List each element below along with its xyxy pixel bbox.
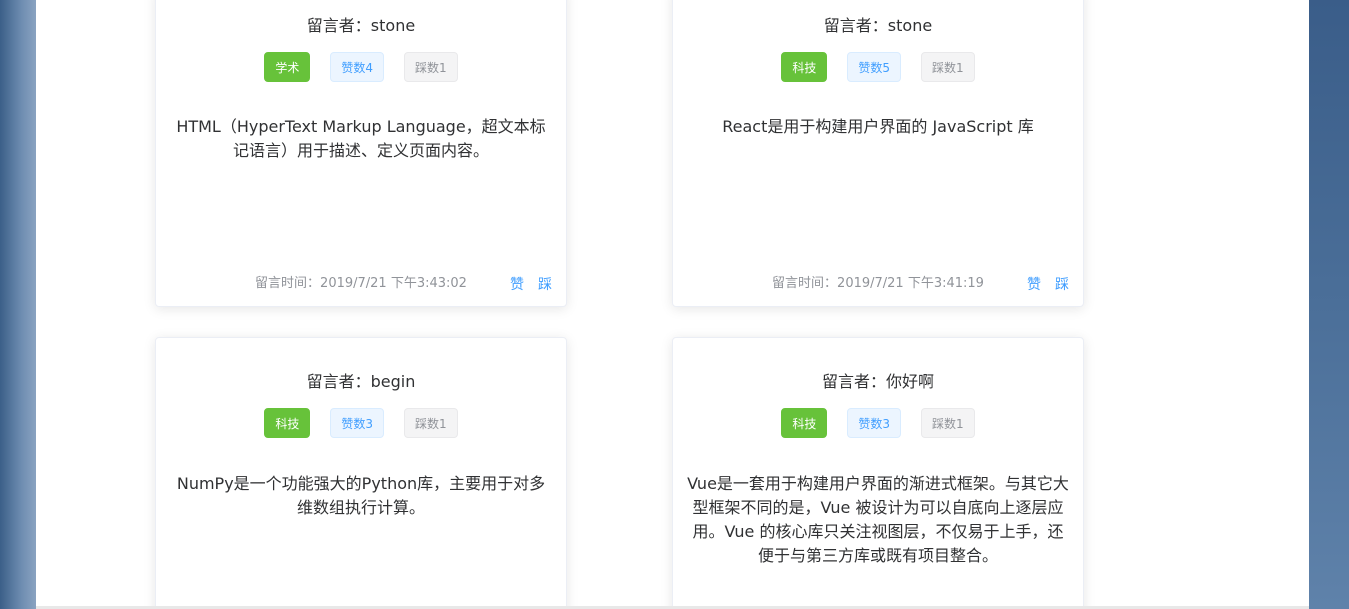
card-content: React是用于构建用户界面的 JavaScript 库 xyxy=(722,117,1034,136)
card-content: NumPy是一个功能强大的Python库，主要用于对多维数组执行计算。 xyxy=(176,474,546,517)
background-left xyxy=(0,0,36,609)
card-content: HTML（HyperText Markup Language，超文本标记语言）用… xyxy=(176,117,546,160)
message-card: 留言者：stone 科技 赞数5 踩数1 React是用于构建用户界面的 Jav… xyxy=(672,0,1084,307)
card-author: 留言者：你好啊 xyxy=(821,372,934,391)
card-author: 留言者：stone xyxy=(823,16,933,35)
card-tags: 学术 赞数4 踩数1 xyxy=(156,52,566,82)
dislike-count-tag: 踩数1 xyxy=(404,408,458,438)
like-count-tag: 赞数3 xyxy=(330,408,384,438)
dislike-button[interactable]: 踩 xyxy=(538,275,552,295)
card-content: Vue是一套用于构建用户界面的渐进式框架。与其它大型框架不同的是，Vue 被设计… xyxy=(687,474,1069,565)
card-author: 留言者：begin xyxy=(306,372,416,391)
category-tag: 学术 xyxy=(264,52,311,82)
message-card: 留言者：begin 科技 赞数3 踩数1 NumPy是一个功能强大的Python… xyxy=(155,337,567,609)
message-card: 留言者：你好啊 科技 赞数3 踩数1 Vue是一套用于构建用户界面的渐进式框架。… xyxy=(672,337,1084,609)
dislike-count-tag: 踩数1 xyxy=(921,408,975,438)
card-footer: 留言时间：2019/7/21 下午3:41:19 赞 踩 xyxy=(673,274,1083,296)
dislike-count-tag: 踩数1 xyxy=(404,52,458,82)
category-tag: 科技 xyxy=(781,52,828,82)
category-tag: 科技 xyxy=(264,408,311,438)
dislike-count-tag: 踩数1 xyxy=(921,52,975,82)
card-tags: 科技 赞数3 踩数1 xyxy=(673,408,1083,438)
like-count-tag: 赞数4 xyxy=(330,52,384,82)
category-tag: 科技 xyxy=(781,408,828,438)
message-board: 留言者：stone 学术 赞数4 踩数1 HTML（HyperText Mark… xyxy=(36,0,1309,609)
background-right xyxy=(1309,0,1349,609)
card-author: 留言者：stone xyxy=(306,16,416,35)
like-count-tag: 赞数3 xyxy=(847,408,901,438)
card-actions: 赞 踩 xyxy=(510,275,552,295)
like-button[interactable]: 赞 xyxy=(510,275,524,295)
like-count-tag: 赞数5 xyxy=(847,52,901,82)
card-time: 留言时间：2019/7/21 下午3:41:19 xyxy=(772,276,984,291)
like-button[interactable]: 赞 xyxy=(1027,275,1041,295)
message-card: 留言者：stone 学术 赞数4 踩数1 HTML（HyperText Mark… xyxy=(155,0,567,307)
card-footer: 留言时间：2019/7/21 下午3:43:02 赞 踩 xyxy=(156,274,566,296)
dislike-button[interactable]: 踩 xyxy=(1055,275,1069,295)
card-tags: 科技 赞数5 踩数1 xyxy=(673,52,1083,82)
card-actions: 赞 踩 xyxy=(1027,275,1069,295)
card-time: 留言时间：2019/7/21 下午3:43:02 xyxy=(255,276,467,291)
card-tags: 科技 赞数3 踩数1 xyxy=(156,408,566,438)
